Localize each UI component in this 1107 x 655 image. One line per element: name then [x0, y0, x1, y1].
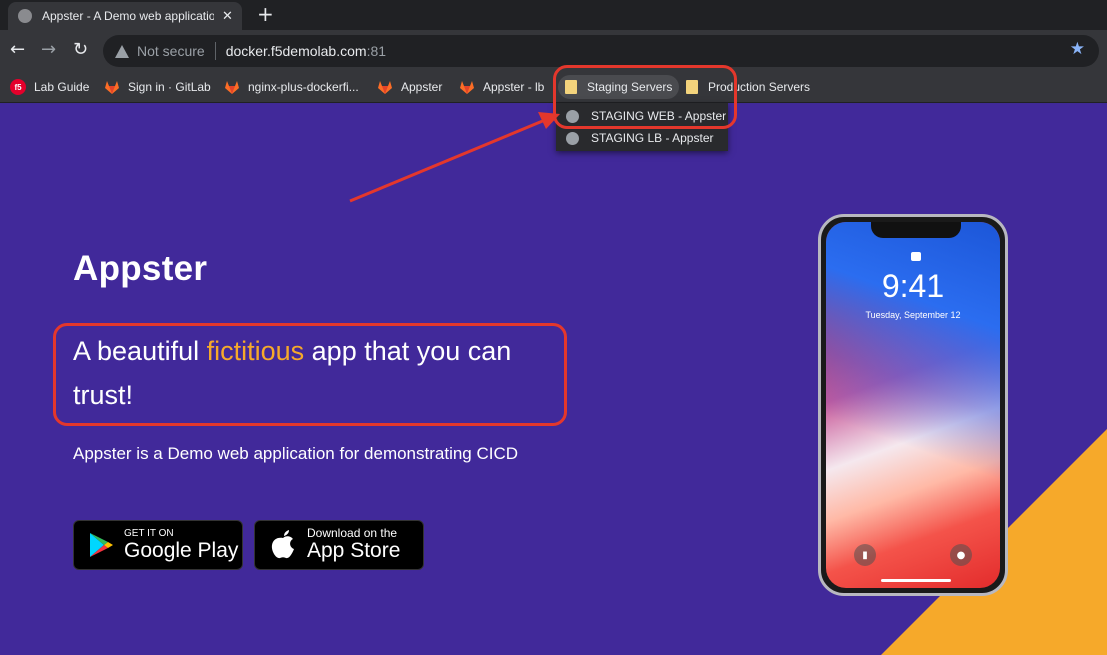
bookmark-folder-menu: STAGING WEB - Appster STAGING LB - Appst…	[556, 103, 728, 151]
google-play-big-label: Google Play	[124, 539, 239, 562]
tab-title: Appster - A Demo web application	[42, 9, 214, 23]
phone-time: 9:41	[881, 268, 945, 304]
bookmark-label: Production Servers	[708, 80, 811, 94]
google-play-button[interactable]: GET IT ON Google Play	[73, 520, 243, 570]
menu-item-staging-lb[interactable]: STAGING LB - Appster	[556, 127, 728, 149]
description: Appster is a Demo web application for de…	[73, 444, 519, 463]
apple-icon	[271, 530, 294, 559]
page-title: Appster	[73, 249, 208, 288]
google-play-icon	[90, 533, 113, 557]
reload-button[interactable]: ↻	[73, 39, 88, 61]
bookmark-label: Lab Guide	[34, 80, 90, 94]
warning-icon[interactable]	[115, 44, 129, 58]
camera-icon: ●	[950, 544, 972, 566]
tab-strip: Appster - A Demo web application ✕ +	[0, 0, 1107, 30]
menu-item-staging-web[interactable]: STAGING WEB - Appster	[556, 105, 728, 127]
flashlight-icon: ▮	[854, 544, 876, 566]
browser-toolbar: ← → ↻ Not secure docker.f5demolab.com :8…	[0, 30, 1107, 71]
globe-icon	[18, 9, 32, 23]
close-icon[interactable]: ✕	[222, 9, 233, 24]
bookmark-label: Sign in · GitLab	[128, 80, 211, 94]
address-bar[interactable]: Not secure docker.f5demolab.com :81 ★	[103, 35, 1099, 67]
gitlab-icon	[225, 81, 239, 94]
page-content: Appster A beautiful fictitious app that …	[0, 104, 1107, 655]
new-tab-button[interactable]: +	[257, 4, 274, 24]
menu-item-label: STAGING LB - Appster	[591, 131, 714, 145]
tagline: A beautiful fictitious app that you can …	[73, 329, 563, 417]
bookmark-appster-lb[interactable]: Appster - lb	[459, 77, 544, 97]
phone-mockup: 9:41 Tuesday, September 12 ▮ ●	[818, 214, 1008, 596]
phone-notch	[871, 222, 961, 238]
divider	[214, 42, 216, 60]
globe-icon	[566, 109, 579, 123]
url-host[interactable]: docker.f5demolab.com	[226, 43, 367, 59]
menu-item-label: STAGING WEB - Appster	[591, 109, 727, 123]
bookmark-label: Appster	[401, 80, 443, 94]
tagline-start: A beautiful	[73, 336, 207, 366]
app-store-small-label: Download on the	[307, 526, 398, 540]
f5-icon: f5	[10, 79, 26, 95]
home-indicator	[881, 579, 951, 582]
url-port[interactable]: :81	[367, 43, 386, 59]
gitlab-icon	[460, 81, 474, 94]
app-store-big-label: App Store	[307, 539, 401, 562]
browser-tab[interactable]: Appster - A Demo web application ✕	[8, 2, 242, 30]
bookmark-label: nginx-plus-dockerfi...	[248, 80, 359, 94]
back-button[interactable]: ←	[10, 39, 25, 61]
folder-icon	[686, 80, 698, 94]
folder-icon	[565, 80, 577, 94]
bookmark-folder-production[interactable]: Production Servers	[686, 77, 810, 97]
bookmark-folder-staging[interactable]: Staging Servers	[558, 75, 680, 99]
phone-date: Tuesday, September 12	[865, 310, 961, 320]
tagline-highlight: fictitious	[206, 336, 305, 366]
bookmarks-bar: f5 Lab Guide Sign in · GitLab nginx-plus…	[0, 71, 1107, 103]
gitlab-icon	[378, 81, 392, 94]
security-label[interactable]: Not secure	[137, 43, 205, 59]
bookmark-star-icon[interactable]: ★	[1070, 39, 1085, 59]
globe-icon	[566, 131, 579, 145]
gitlab-icon	[105, 81, 119, 94]
bookmark-gitlab-signin[interactable]: Sign in · GitLab	[104, 77, 211, 97]
app-store-button[interactable]: Download on the App Store	[254, 520, 424, 570]
bookmark-label: Appster - lb	[483, 80, 545, 94]
forward-button[interactable]: →	[41, 39, 56, 61]
bookmark-lab-guide[interactable]: f5 Lab Guide	[10, 77, 89, 97]
google-play-small-label: GET IT ON	[124, 528, 174, 539]
bookmark-label: Staging Servers	[587, 80, 673, 94]
phone-screen: 9:41 Tuesday, September 12 ▮ ●	[826, 222, 1000, 588]
bookmark-appster[interactable]: Appster	[377, 77, 442, 97]
bookmark-nginx-plus[interactable]: nginx-plus-dockerfi...	[224, 77, 359, 97]
lock-icon	[911, 252, 921, 261]
